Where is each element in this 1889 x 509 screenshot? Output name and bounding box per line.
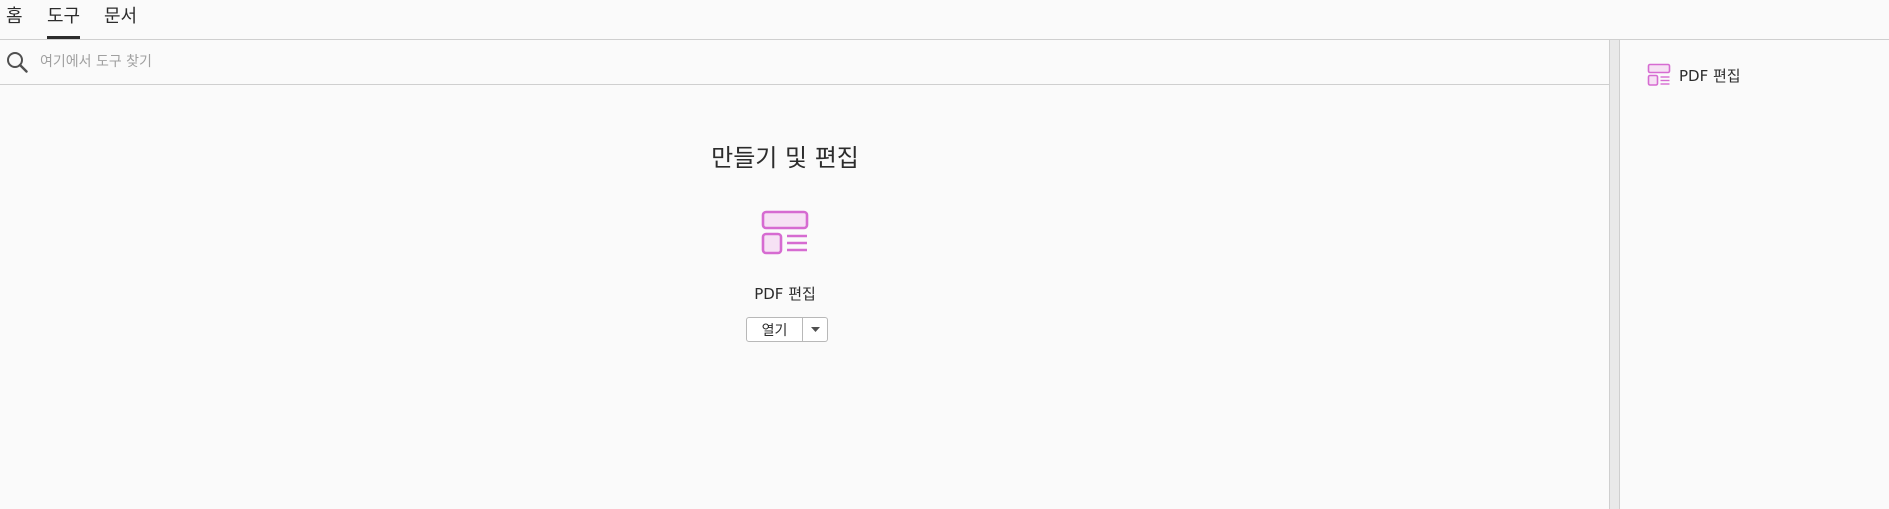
tab-tools[interactable]: 도구 <box>47 0 81 40</box>
section-title: 만들기 및 편집 <box>711 144 859 172</box>
open-dropdown-button[interactable] <box>803 317 828 342</box>
top-tab-bar: 홈 도구 문서 <box>0 0 1889 40</box>
pane-splitter[interactable] <box>1609 40 1620 509</box>
search-icon[interactable] <box>6 51 28 73</box>
tool-card-edit-pdf: PDF 편집 열기 <box>735 210 835 390</box>
open-button[interactable]: 열기 <box>746 317 803 342</box>
open-button-group: 열기 <box>746 317 828 342</box>
edit-pdf-icon <box>1647 63 1671 86</box>
edit-pdf-icon[interactable] <box>761 210 809 256</box>
tool-search-input[interactable] <box>38 48 738 76</box>
tab-home[interactable]: 홈 <box>6 0 23 40</box>
tab-documents[interactable]: 문서 <box>104 0 137 40</box>
tool-search-bar <box>0 40 1609 85</box>
tools-main-pane: 만들기 및 편집 PDF 편집 열기 <box>0 40 1609 509</box>
right-panel-item-edit-pdf[interactable]: PDF 편집 <box>1647 63 1741 87</box>
right-panel-item-label: PDF 편집 <box>1679 66 1741 85</box>
tool-name: PDF 편집 <box>754 285 816 303</box>
right-tools-panel: PDF 편집 <box>1620 40 1889 509</box>
chevron-down-icon <box>810 327 820 332</box>
